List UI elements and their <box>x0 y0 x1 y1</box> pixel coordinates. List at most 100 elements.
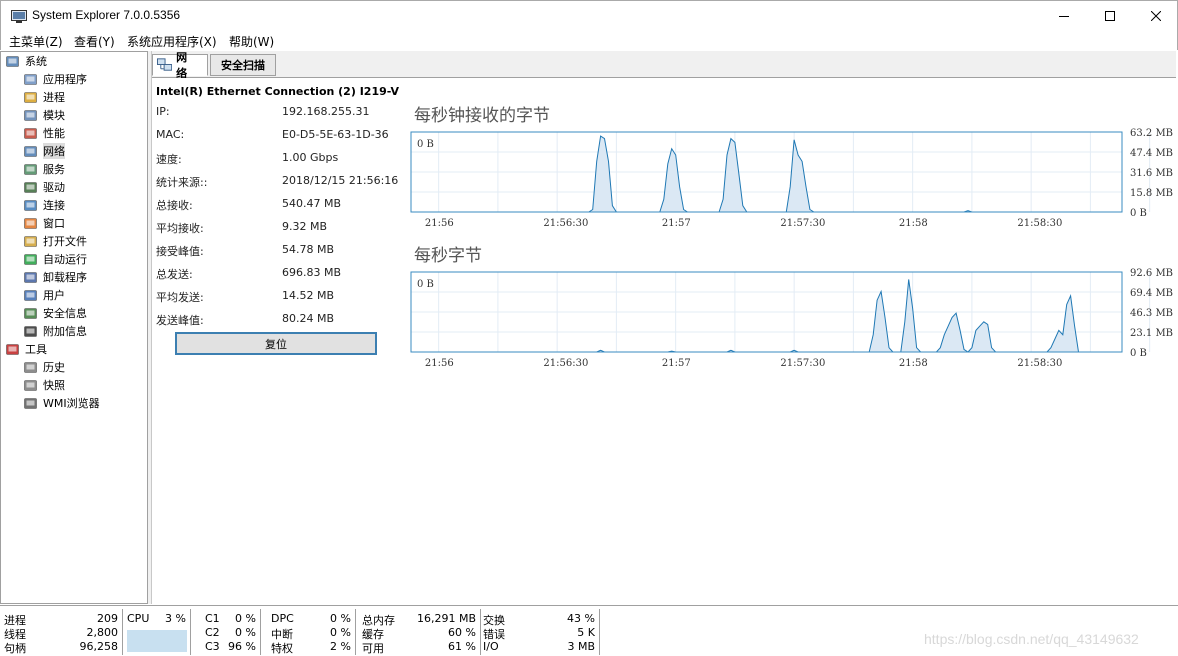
x-tick-label: 21:57:30 <box>780 218 825 229</box>
status-label: CPU <box>127 612 150 625</box>
history-icon <box>24 361 37 373</box>
series-line <box>411 279 1122 353</box>
menu-system-apps[interactable]: 系统应用程序(X) <box>127 33 217 50</box>
sidebar-item-label: 打开文件 <box>43 235 87 248</box>
status-label: C3 <box>205 640 220 653</box>
chart-total-title: 每秒字节 <box>414 246 482 266</box>
processes-icon <box>24 91 37 103</box>
additional-info-icon <box>24 325 37 337</box>
stat-label: 平均发送: <box>156 291 204 304</box>
menu-view[interactable]: 查看(Y) <box>74 33 115 50</box>
stat-value: 9.32 MB <box>282 220 328 233</box>
status-dpc: DPC 0 % 中断 0 % 特权 2 % <box>267 609 356 655</box>
stat-value: 696.83 MB <box>282 266 342 279</box>
sidebar-item[interactable]: 工具 <box>5 340 47 358</box>
sidebar-item[interactable]: 应用程序 <box>23 70 87 88</box>
status-label: 特权 <box>271 642 293 655</box>
toolbox-icon <box>6 343 19 355</box>
x-tick-label: 21:56:30 <box>543 358 588 369</box>
menu-main[interactable]: 主菜单(Z) <box>9 33 63 50</box>
sidebar-item[interactable]: 网络 <box>23 142 65 160</box>
status-label: 可用 <box>362 642 384 655</box>
minimize-button[interactable] <box>1041 1 1087 31</box>
sidebar-item[interactable]: 窗口 <box>23 214 65 232</box>
status-value: 96,258 <box>79 640 119 653</box>
menu-bar: 主菜单(Z) 查看(Y) 系统应用程序(X) 帮助(W) <box>0 31 1178 50</box>
sidebar-item[interactable]: 进程 <box>23 88 65 106</box>
sidebar-item[interactable]: 历史 <box>23 358 65 376</box>
stat-label: 速度: <box>156 153 182 166</box>
received-bytes-chart: 0 B 21:56 21:56:30 21:57 21:57:30 21:58 21:58:… <box>410 128 1173 229</box>
sidebar-item[interactable]: 连接 <box>23 196 65 214</box>
x-tick-label: 21:58:30 <box>1017 358 1062 369</box>
status-swap: 交换 43 % 错误 5 K I/O 3 MB <box>479 609 600 655</box>
status-value: 3 % <box>165 612 186 625</box>
sidebar-item-label: 网络 <box>43 143 65 159</box>
sidebar-item[interactable]: 打开文件 <box>23 232 87 250</box>
x-tick-label: 21:58 <box>899 358 928 369</box>
x-tick-label: 21:58:30 <box>1017 218 1062 229</box>
close-button[interactable] <box>1133 1 1178 31</box>
status-cstates: C1 0 % C2 0 % C3 96 % <box>201 609 261 655</box>
tab-network[interactable]: 网络 <box>152 51 208 80</box>
status-label: DPC <box>271 612 294 625</box>
sidebar-item[interactable]: 服务 <box>23 160 65 178</box>
maximize-button[interactable] <box>1087 1 1133 31</box>
sidebar-item[interactable]: 系统 <box>5 52 47 70</box>
sidebar-item-label: 窗口 <box>43 217 65 230</box>
x-tick-label: 21:57 <box>662 218 691 229</box>
stat-label: 接受峰值: <box>156 245 204 258</box>
sidebar-item-label: 模块 <box>43 109 65 122</box>
services-icon <box>24 163 37 175</box>
tab-security-scan[interactable]: 安全扫描 <box>210 54 276 76</box>
stat-value: 2018/12/15 21:56:16 <box>282 174 399 187</box>
sidebar-item-label: 卸载程序 <box>43 271 87 284</box>
performance-icon <box>24 127 37 139</box>
sidebar-item-label: 连接 <box>43 199 65 212</box>
menu-help[interactable]: 帮助(W) <box>229 33 274 50</box>
stat-value: 1.00 Gbps <box>282 151 339 164</box>
sidebar-item[interactable]: 卸载程序 <box>23 268 87 286</box>
x-tick-label: 21:57 <box>662 358 691 369</box>
tab-strip: 网络 安全扫描 <box>152 51 1176 80</box>
status-value: 3 MB <box>567 640 595 653</box>
sidebar-item[interactable]: 模块 <box>23 106 65 124</box>
status-value: 43 % <box>567 612 595 625</box>
sidebar-item[interactable]: 安全信息 <box>23 304 87 322</box>
sidebar-item[interactable]: 驱动 <box>23 178 65 196</box>
y-tick-label: 92.6 MB <box>1130 268 1173 279</box>
x-tick-label: 21:57:30 <box>780 358 825 369</box>
stat-value: 192.168.255.31 <box>282 105 370 118</box>
total-bytes-chart: 0 B 21:56 21:56:30 21:57 21:57:30 21:58 21:58:… <box>410 268 1173 369</box>
sidebar-item-label: 快照 <box>43 379 65 392</box>
sidebar-item[interactable]: 用户 <box>23 286 65 304</box>
y-tick-label: 0 B <box>1130 208 1147 219</box>
network-icon <box>157 58 173 71</box>
status-memory: 总内存 16,291 MB 缓存 60 % 可用 61 % <box>358 609 481 655</box>
reset-button-label: 复位 <box>265 337 287 351</box>
status-label: I/O <box>483 640 499 653</box>
status-value: 96 % <box>228 640 256 653</box>
tab-security-scan-label: 安全扫描 <box>221 59 265 72</box>
users-icon <box>24 289 37 301</box>
open-files-icon <box>24 235 37 247</box>
reset-button[interactable]: 复位 <box>175 332 377 355</box>
sidebar-item-label: 驱动 <box>43 181 65 194</box>
sidebar-item[interactable]: 快照 <box>23 376 65 394</box>
stat-label: 总发送: <box>156 268 193 281</box>
status-value: 209 <box>97 612 118 625</box>
sidebar-item[interactable]: WMI浏览器 <box>23 394 100 412</box>
status-value: 0 % <box>235 626 256 639</box>
status-processes: 进程 209 线程 2,800 句柄 96,258 <box>0 609 123 655</box>
status-label: C1 <box>205 612 220 625</box>
stat-label: 发送峰值: <box>156 314 204 327</box>
modules-icon <box>24 109 37 121</box>
sidebar-item[interactable]: 附加信息 <box>23 322 87 340</box>
sidebar-item-label: 自动运行 <box>43 253 87 266</box>
snapshot-icon <box>24 379 37 391</box>
stat-value: 540.47 MB <box>282 197 342 210</box>
x-tick-label: 21:56 <box>425 218 454 229</box>
sidebar-item-label: 历史 <box>43 361 65 374</box>
sidebar-item[interactable]: 性能 <box>23 124 65 142</box>
sidebar-item[interactable]: 自动运行 <box>23 250 87 268</box>
